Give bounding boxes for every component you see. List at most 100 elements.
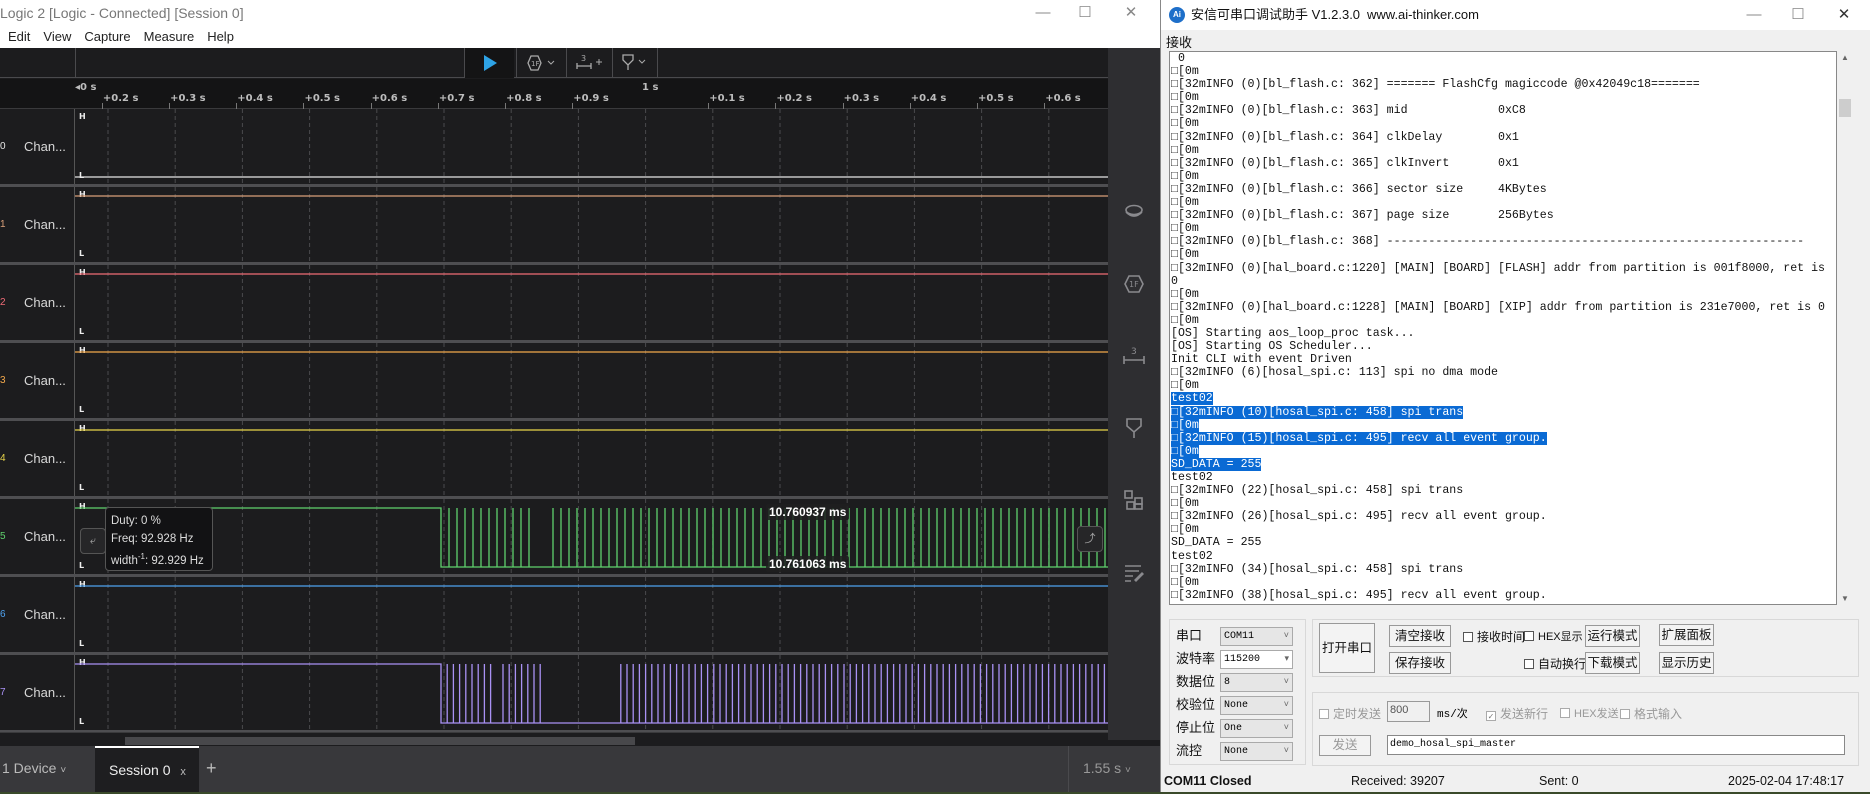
format-input-checkbox[interactable]: 格式输入 — [1620, 705, 1682, 722]
channel-name[interactable]: Chan... — [24, 109, 66, 184]
open-port-button[interactable]: 打开串口 — [1319, 623, 1375, 673]
send-button[interactable]: 发送 — [1319, 735, 1371, 756]
scroll-thumb[interactable] — [1839, 99, 1851, 117]
scroll-up-icon[interactable]: ▲ — [1837, 53, 1853, 62]
maximize-button[interactable]: ☐ — [1062, 0, 1108, 26]
menu-capture[interactable]: Capture — [79, 26, 135, 48]
marker-icon[interactable] — [1122, 416, 1146, 440]
interval-input[interactable]: 800 — [1387, 701, 1430, 722]
log-line: SD_DATA = 255 — [1171, 536, 1836, 549]
layers-icon[interactable] — [1122, 200, 1146, 224]
website-label: www.ai-thinker.com — [1367, 7, 1479, 22]
expand-panel-button[interactable]: 扩展面板 — [1659, 624, 1714, 646]
channel-waveform[interactable] — [75, 109, 1108, 184]
channel-name[interactable]: Chan... — [24, 187, 66, 262]
log-line: □[0m — [1171, 523, 1836, 536]
log-line-text: [OS] Starting OS Scheduler... — [1171, 340, 1373, 354]
trigger-button[interactable]: 1F — [516, 48, 566, 78]
channel-waveform[interactable] — [75, 343, 1108, 418]
send-newline-checkbox[interactable]: ✓ 发送新行 — [1486, 705, 1548, 722]
channel-row[interactable]: 0 Chan... H L — [0, 109, 1108, 187]
receive-scrollbar[interactable]: ▲ ▼ — [1837, 51, 1853, 605]
download-mode-button[interactable]: 下载模式 — [1585, 652, 1640, 674]
port-config-group: 串口 COM11 ˅ 波特率 115200 ▾ 数据位 8 ˅ 校验位 None ˅ 停… — [1169, 619, 1306, 765]
hex-display-checkbox[interactable]: HEX显示 — [1524, 628, 1583, 644]
add-session-button[interactable]: + — [206, 746, 226, 792]
channel-row[interactable]: 6 Chan... H L — [0, 577, 1108, 655]
scroll-thumb[interactable] — [125, 737, 635, 745]
axis-tick-label: +0.6 s — [371, 93, 408, 104]
channel-row[interactable]: 4 Chan... H L — [0, 421, 1108, 499]
baud-select[interactable]: 115200 ▾ — [1220, 650, 1293, 669]
channel-area[interactable]: 0 Chan... H L 1 Chan... H L 2 Chan... H L 3 Chan... H L… — [0, 109, 1108, 733]
receive-textarea[interactable]: 0 □[0m □[32mINFO (0)[bl_flash.c: 362] ====… — [1169, 51, 1837, 605]
stopbits-select[interactable]: One ˅ — [1220, 719, 1293, 738]
measure-3-icon: 3 — [575, 54, 602, 69]
horizontal-scrollbar[interactable] — [0, 732, 1108, 746]
right-sidebar: 1F 3 — [1108, 48, 1160, 740]
axis-tick-label: +0.6 s — [1045, 93, 1081, 104]
channel-waveform[interactable] — [75, 499, 1108, 574]
run-mode-button[interactable]: 运行模式 — [1585, 625, 1640, 647]
maximize-button[interactable]: ☐ — [1775, 0, 1821, 30]
capture-duration-selector[interactable]: 1.55 s ˅ — [1068, 746, 1160, 792]
channel-index: 7 — [0, 687, 6, 698]
channel-name[interactable]: Chan... — [24, 577, 66, 652]
log-line-text: □[0m — [1171, 222, 1199, 236]
minimize-button[interactable]: — — [1731, 0, 1777, 30]
menu-measure[interactable]: Measure — [139, 26, 200, 48]
log-line: SD_DATA = 255 — [1171, 457, 1836, 471]
close-button[interactable]: ✕ — [1108, 0, 1154, 26]
channel-row[interactable]: 7 Chan... H L — [0, 655, 1108, 733]
channel-name[interactable]: Chan... — [24, 265, 66, 340]
channel-waveform[interactable] — [75, 187, 1108, 262]
flow-select[interactable]: None ˅ — [1220, 742, 1293, 761]
axis-tick-label: +0.5 s — [978, 93, 1014, 104]
rising-edge-nav-button[interactable]: ⤴ — [1077, 526, 1103, 552]
menu-view[interactable]: View — [38, 26, 76, 48]
timed-send-checkbox[interactable]: 定时发送 — [1319, 705, 1381, 722]
send-input[interactable]: demo_hosal_spi_master — [1387, 735, 1845, 755]
add-measurement-button[interactable]: 3 — [566, 48, 612, 78]
device-selector[interactable]: 1 Device ˅ — [0, 746, 90, 792]
channel-row[interactable]: 2 Chan... H L — [0, 265, 1108, 343]
log-line: □[32mINFO (0)[bl_flash.c: 366] sector si… — [1171, 183, 1836, 196]
channel-waveform[interactable] — [75, 265, 1108, 340]
add-marker-button[interactable] — [612, 48, 658, 78]
menu-help[interactable]: Help — [202, 26, 239, 48]
channel-waveform[interactable] — [75, 577, 1108, 652]
time-axis[interactable]: ◂0 s 1 s +0.2 s +0.3 s +0.4 s +0.5 s +0.6 s +… — [0, 79, 1108, 109]
measure-3-icon[interactable]: 3 — [1122, 344, 1146, 368]
log-line: □[0m — [1171, 248, 1836, 261]
logic2-window: Logic 2 [Logic - Connected] [Session 0] … — [0, 0, 1160, 792]
channel-name[interactable]: Chan... — [24, 421, 66, 496]
scroll-down-icon[interactable]: ▼ — [1837, 594, 1853, 603]
trigger-1f-icon[interactable]: 1F — [1122, 272, 1146, 296]
notes-icon[interactable] — [1122, 560, 1146, 584]
log-line-text: □[32mINFO (6)[hosal_spi.c: 113] spi no d… — [1171, 366, 1498, 380]
auto-wrap-checkbox[interactable]: 自动换行 — [1524, 655, 1586, 672]
clear-receive-button[interactable]: 清空接收 — [1389, 625, 1451, 647]
tab-session-0[interactable]: Session 0 x — [95, 746, 199, 792]
start-capture-button[interactable] — [464, 48, 514, 78]
channel-name[interactable]: Chan... — [24, 343, 66, 418]
channel-waveform[interactable] — [75, 421, 1108, 496]
save-receive-button[interactable]: 保存接收 — [1389, 652, 1451, 674]
channel-row[interactable]: 1 Chan... H L — [0, 187, 1108, 265]
port-select[interactable]: COM11 ˅ — [1220, 627, 1293, 646]
channel-name[interactable]: Chan... — [24, 655, 66, 730]
channel-waveform[interactable] — [75, 655, 1108, 730]
close-button[interactable]: ✕ — [1821, 0, 1867, 30]
extensions-icon[interactable] — [1122, 488, 1146, 512]
close-tab-icon[interactable]: x — [180, 766, 186, 778]
databits-select[interactable]: 8 ˅ — [1220, 673, 1293, 692]
recv-time-checkbox[interactable]: 接收时间 — [1463, 628, 1525, 645]
show-history-button[interactable]: 显示历史 — [1659, 652, 1714, 674]
parity-select[interactable]: None ˅ — [1220, 696, 1293, 715]
channel-row[interactable]: 3 Chan... H L — [0, 343, 1108, 421]
channel-name[interactable]: Chan... — [24, 499, 66, 574]
falling-edge-nav-button[interactable]: ⤶ — [80, 528, 106, 554]
hex-send-checkbox[interactable]: HEX发送 — [1560, 705, 1619, 721]
minimize-button[interactable]: — — [1020, 0, 1066, 26]
menu-edit[interactable]: Edit — [3, 26, 35, 48]
